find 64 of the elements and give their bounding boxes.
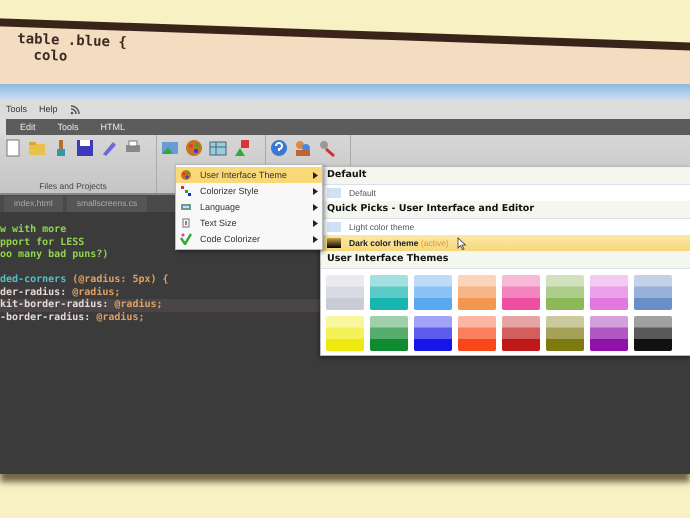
ribbon-tab[interactable]: HTML [100,122,126,132]
rss-icon [70,104,81,114]
color-theme-swatch[interactable] [590,316,628,351]
code-line: -border-radius: @radius; [0,312,144,324]
menu-item[interactable]: Help [39,104,58,114]
color-theme-swatch[interactable] [414,275,452,310]
code-line: pport for LESS [0,236,84,249]
color-theme-swatch[interactable] [458,275,496,310]
color-theme-swatch[interactable] [458,316,496,351]
dark-theme-icon [327,238,341,248]
submenu-arrow-icon [313,236,318,242]
ribbon-tab[interactable]: Edit [20,122,36,132]
theme-menu-item[interactable]: Default [321,185,690,201]
section-header: Quick Picks - User Interface and Editor [321,201,690,219]
color-theme-swatch[interactable] [370,316,408,351]
color-theme-swatch[interactable] [546,316,584,351]
palette-icon [180,169,192,181]
section-header: User Interface Themes [321,251,690,269]
submenu-arrow-icon [313,220,318,226]
people-icon [294,139,312,157]
theme-menu-item[interactable]: Light color theme [321,219,690,235]
theme-menu-item[interactable]: Dark color theme (active) [321,235,690,251]
light-theme-icon [327,188,341,198]
color-theme-swatch[interactable] [546,275,584,310]
color-theme-swatch[interactable] [634,275,672,310]
pencil-icon [100,139,118,157]
light-theme-icon [327,222,341,232]
submenu-arrow-icon [313,188,318,194]
help-icon [270,139,288,157]
submenu-arrow-icon [313,204,318,210]
menu-item[interactable]: Colorizer Style [176,183,322,199]
checkmark-icon [180,233,192,245]
color-theme-swatch[interactable] [414,316,452,351]
menu-item[interactable]: Code Colorizer [176,231,322,247]
document-icon [4,139,22,157]
folder-icon [28,139,46,157]
text-size-icon [180,217,192,229]
color-theme-swatch[interactable] [502,316,540,351]
color-theme-swatch[interactable] [326,275,364,310]
menu-item[interactable]: User Interface Theme [176,167,322,183]
code-line: oo many bad puns?) [0,249,108,262]
dots-icon [180,185,192,197]
image-icon [161,139,179,157]
palette-icon [185,139,203,157]
color-theme-swatch[interactable] [502,275,540,310]
language-icon [180,201,192,213]
shapes-icon [233,139,251,157]
code-line: w with more [0,224,66,236]
section-header: Default [321,167,690,185]
tools-icon [318,139,336,157]
toolbar-group-label: Files and Projects [38,181,108,191]
color-theme-swatch[interactable] [326,316,364,351]
ribbon-tab[interactable]: Tools [58,122,79,132]
menu-item[interactable]: Text Size [176,215,322,231]
menu-item[interactable]: Language [176,199,322,215]
menu-item[interactable]: Tools [6,104,28,114]
code-line: der-radius: @radius; [0,286,120,298]
color-theme-swatch[interactable] [634,316,672,351]
color-theme-swatch[interactable] [590,275,628,310]
table-icon [209,139,227,157]
mouse-cursor-icon [456,236,467,250]
code-line: ded-corners (@radius: 5px) { [0,274,169,286]
color-theme-swatch[interactable] [370,275,408,310]
submenu-arrow-icon [313,172,318,178]
